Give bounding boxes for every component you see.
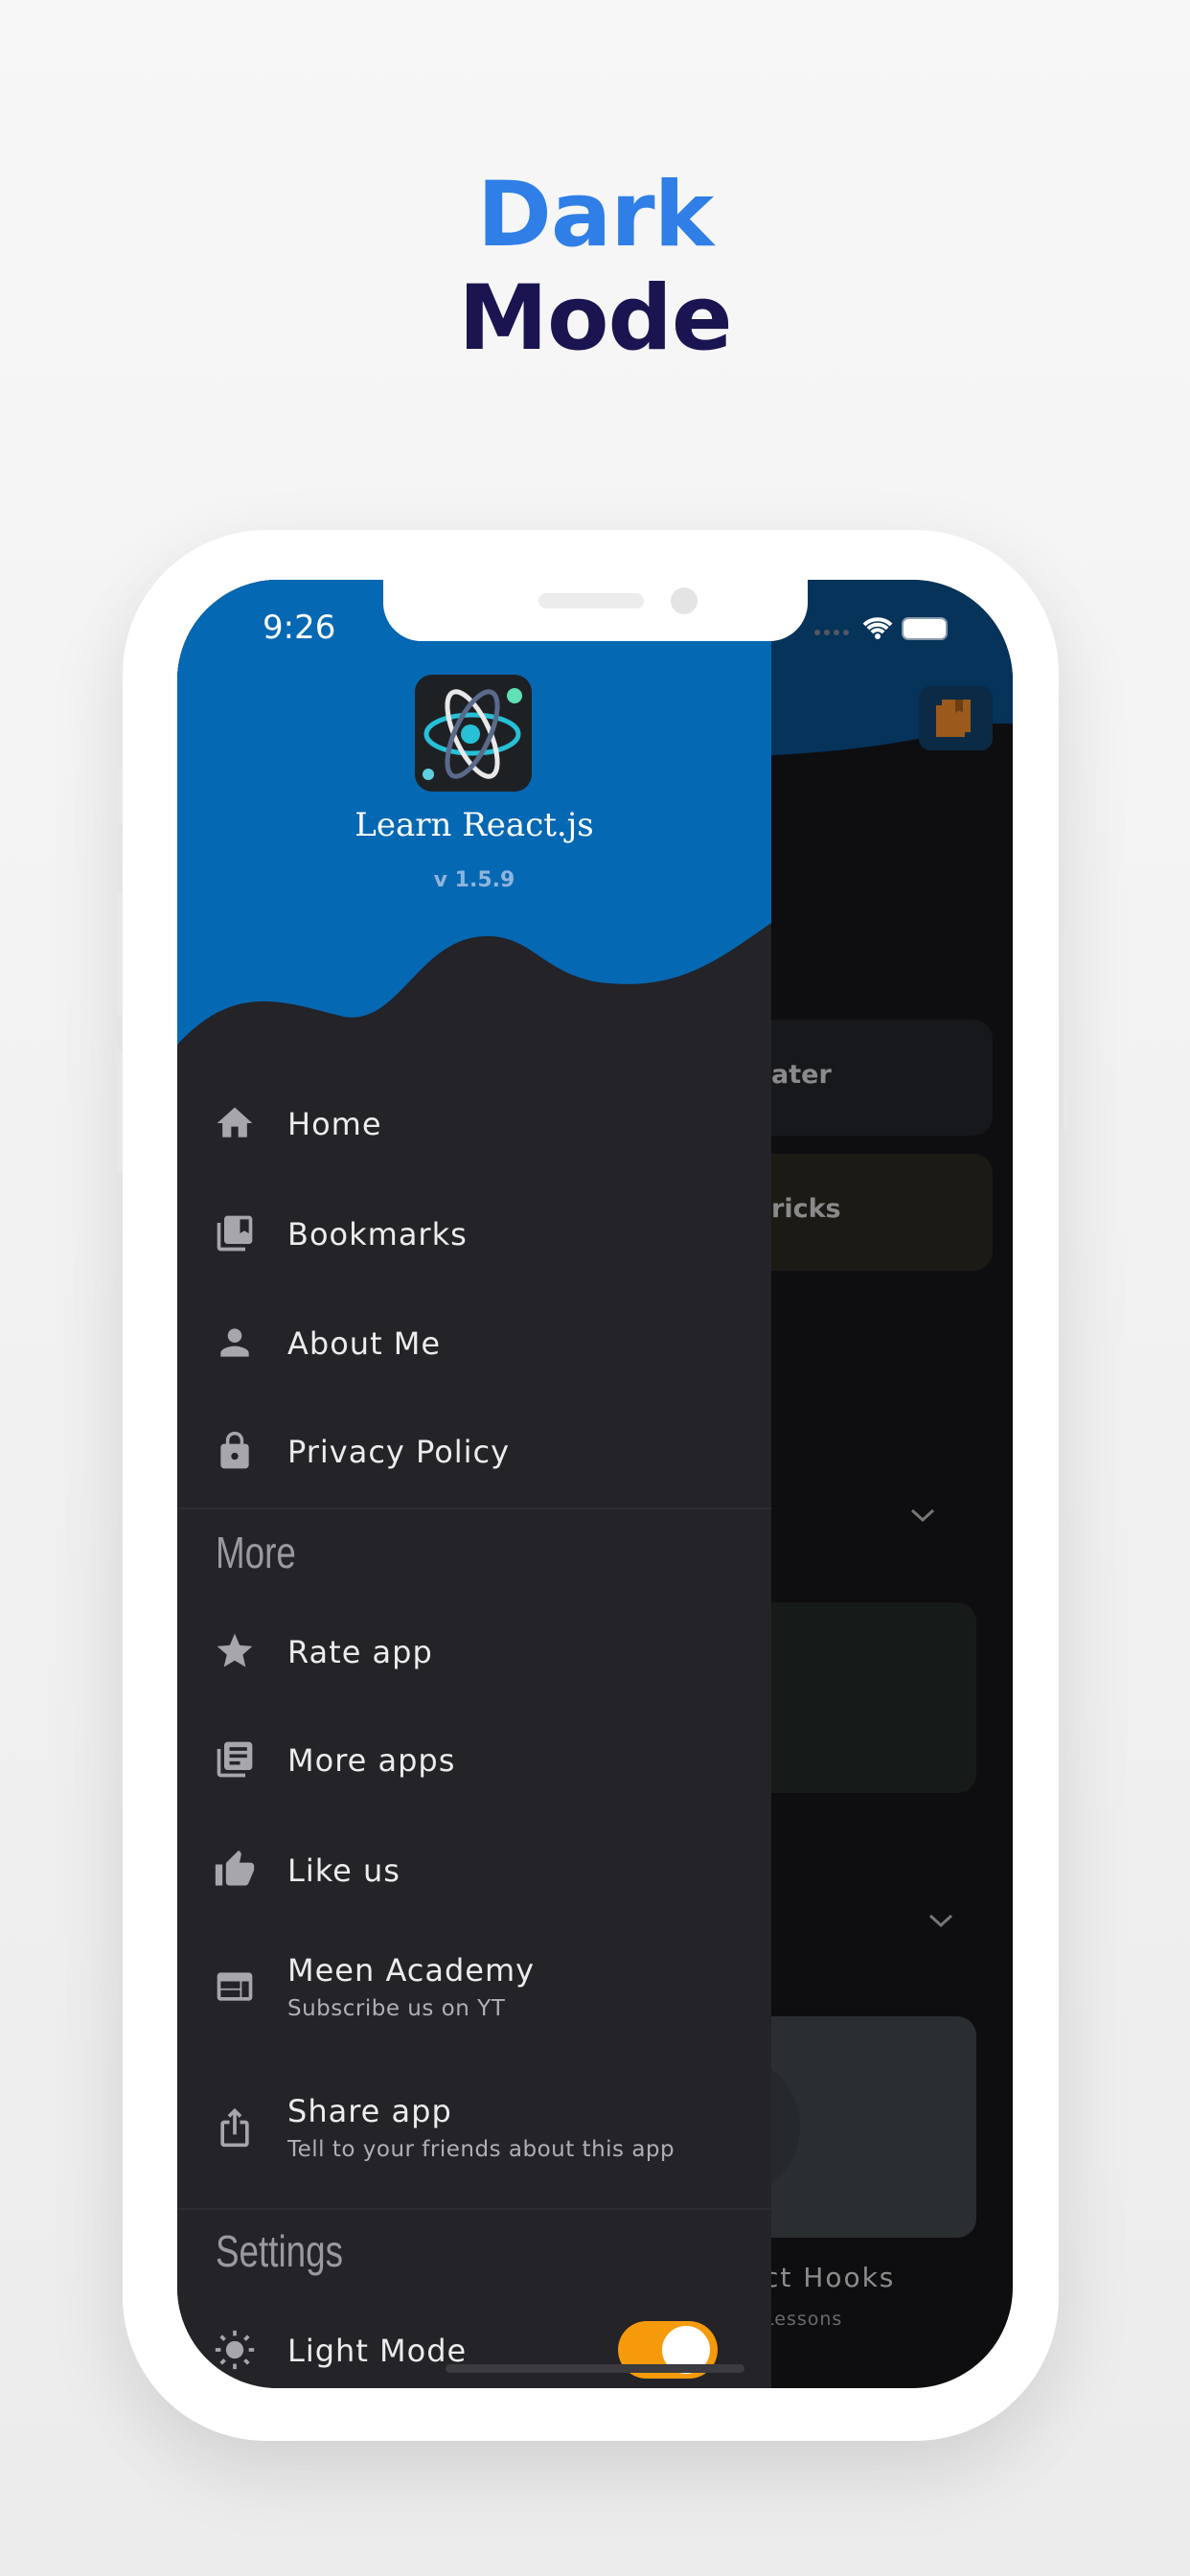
drawer-item-sublabel: Tell to your friends about this app (287, 2137, 675, 2162)
camera (671, 587, 698, 614)
card-title: ater (771, 1060, 832, 1090)
hero-title-line1: Dark (476, 163, 714, 267)
library-icon (217, 1741, 253, 1778)
drawer-item-label: Like us (287, 1852, 400, 1889)
drawer-item-label: Bookmarks (287, 1216, 468, 1253)
web-icon (217, 1972, 253, 2001)
section-heading-more: More (216, 1528, 296, 1577)
phone-side-button (1064, 930, 1069, 1131)
sun-icon (215, 2330, 255, 2370)
drawer-item-label: About Me (287, 1325, 442, 1362)
drawer-item-label: Share app (287, 2093, 452, 2129)
drawer-item-light-mode[interactable]: Light Mode (177, 2302, 771, 2388)
phone-notch (383, 580, 808, 641)
drawer-item-home[interactable]: Home (177, 1075, 771, 1171)
drawer-item-label: Light Mode (287, 2333, 468, 2369)
status-icons (814, 617, 948, 640)
lesson-title: ct Hooks (764, 2262, 896, 2293)
app-version: v 1.5.9 (433, 868, 515, 892)
home-icon (217, 1107, 253, 1138)
drawer-item-meen-academy[interactable]: Meen Academy Subscribe us on YT (177, 1929, 771, 2044)
bookmarks-icon (217, 1215, 253, 1252)
chevron-down-icon[interactable] (910, 1507, 935, 1523)
drawer-item-more-apps[interactable]: More apps (177, 1712, 771, 1807)
star-icon (217, 1633, 253, 1668)
divider (177, 2208, 771, 2210)
lock-icon (220, 1431, 249, 1469)
drawer-item-privacy-policy[interactable]: Privacy Policy (177, 1403, 771, 1499)
wifi-icon (862, 617, 893, 634)
phone-side-button (117, 767, 123, 824)
drawer-item-sublabel: Subscribe us on YT (287, 1996, 506, 2021)
card-title: ricks (771, 1194, 841, 1224)
drawer-item-label: Meen Academy (287, 1952, 536, 1989)
share-icon (220, 2107, 249, 2148)
drawer-item-label: Rate app (287, 1634, 433, 1670)
battery-icon (902, 617, 948, 640)
navigation-drawer: Learn React.js v 1.5.9 Home Bookmarks Ab… (177, 580, 771, 2388)
section-heading-settings: Settings (216, 2226, 343, 2276)
app-name: Learn React.js (355, 806, 594, 844)
drawer-item-label: Home (287, 1106, 382, 1142)
drawer-item-like-us[interactable]: Like us (177, 1822, 771, 1918)
lesson-subtitle: Lessons (764, 2309, 843, 2330)
phone-side-button (117, 891, 123, 1016)
speaker (538, 593, 644, 609)
screen: ater ricks ct Hooks Lessons Learn React.… (177, 580, 1013, 2388)
phone-side-button (117, 1049, 123, 1174)
drawer-item-bookmarks[interactable]: Bookmarks (177, 1185, 771, 1281)
divider (177, 1507, 771, 1509)
drawer-item-about-me[interactable]: About Me (177, 1295, 771, 1391)
hero-title-line2: Mode (458, 266, 732, 371)
status-time: 9:26 (263, 609, 336, 647)
chevron-down-icon[interactable] (928, 1913, 953, 1928)
bookmarks-button[interactable] (919, 686, 993, 750)
person-icon (220, 1328, 249, 1357)
drawer-item-rate-app[interactable]: Rate app (177, 1603, 771, 1699)
home-indicator[interactable] (446, 2364, 744, 2373)
bookmarks-icon (936, 700, 971, 737)
drawer-item-share-app[interactable]: Share app Tell to your friends about thi… (177, 2070, 771, 2185)
drawer-item-label: More apps (287, 1742, 456, 1779)
app-logo (415, 675, 532, 792)
signal-icon (814, 630, 849, 635)
react-atom-logo-icon (423, 688, 522, 780)
drawer-item-label: Privacy Policy (287, 1434, 511, 1470)
thumbs-up-icon (215, 1850, 255, 1886)
